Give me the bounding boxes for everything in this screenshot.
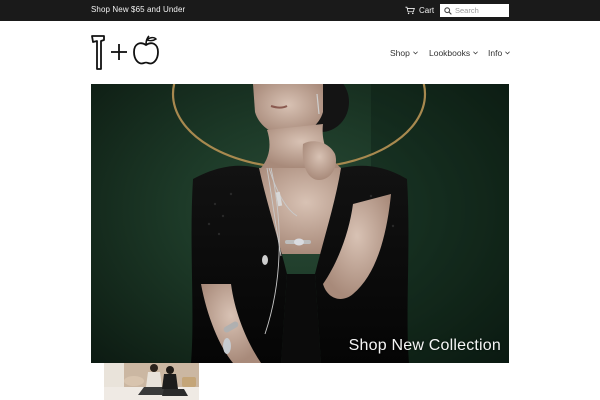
hero-banner[interactable]: Shop New Collection: [91, 84, 509, 363]
chevron-down-icon: [413, 51, 418, 55]
cart-link[interactable]: Cart: [405, 5, 434, 16]
cart-label: Cart: [419, 6, 435, 15]
nav-lookbooks-label: Lookbooks: [429, 48, 471, 58]
hero-caption: Shop New Collection: [348, 337, 501, 354]
nav-info-label: Info: [488, 48, 503, 58]
search-icon[interactable]: [444, 6, 452, 15]
cart-icon: [405, 6, 415, 15]
thumbnail-image: [104, 363, 199, 400]
top-bar: Shop New $65 and Under Cart: [0, 0, 600, 21]
nav-shop-label: Shop: [390, 48, 410, 58]
logo-icon: [91, 35, 159, 70]
chevron-down-icon: [505, 51, 511, 55]
search-box[interactable]: [440, 4, 509, 17]
nav-lookbooks[interactable]: Lookbooks: [429, 47, 478, 59]
hero-image: [171, 84, 509, 363]
promo-link[interactable]: Shop New $65 and Under: [91, 5, 185, 14]
nav-info[interactable]: Info: [488, 47, 511, 59]
search-input[interactable]: [455, 5, 505, 16]
collection-thumbnail[interactable]: [104, 363, 199, 400]
site-logo[interactable]: [90, 33, 162, 73]
nav-shop[interactable]: Shop: [390, 47, 418, 59]
chevron-down-icon: [473, 51, 478, 55]
